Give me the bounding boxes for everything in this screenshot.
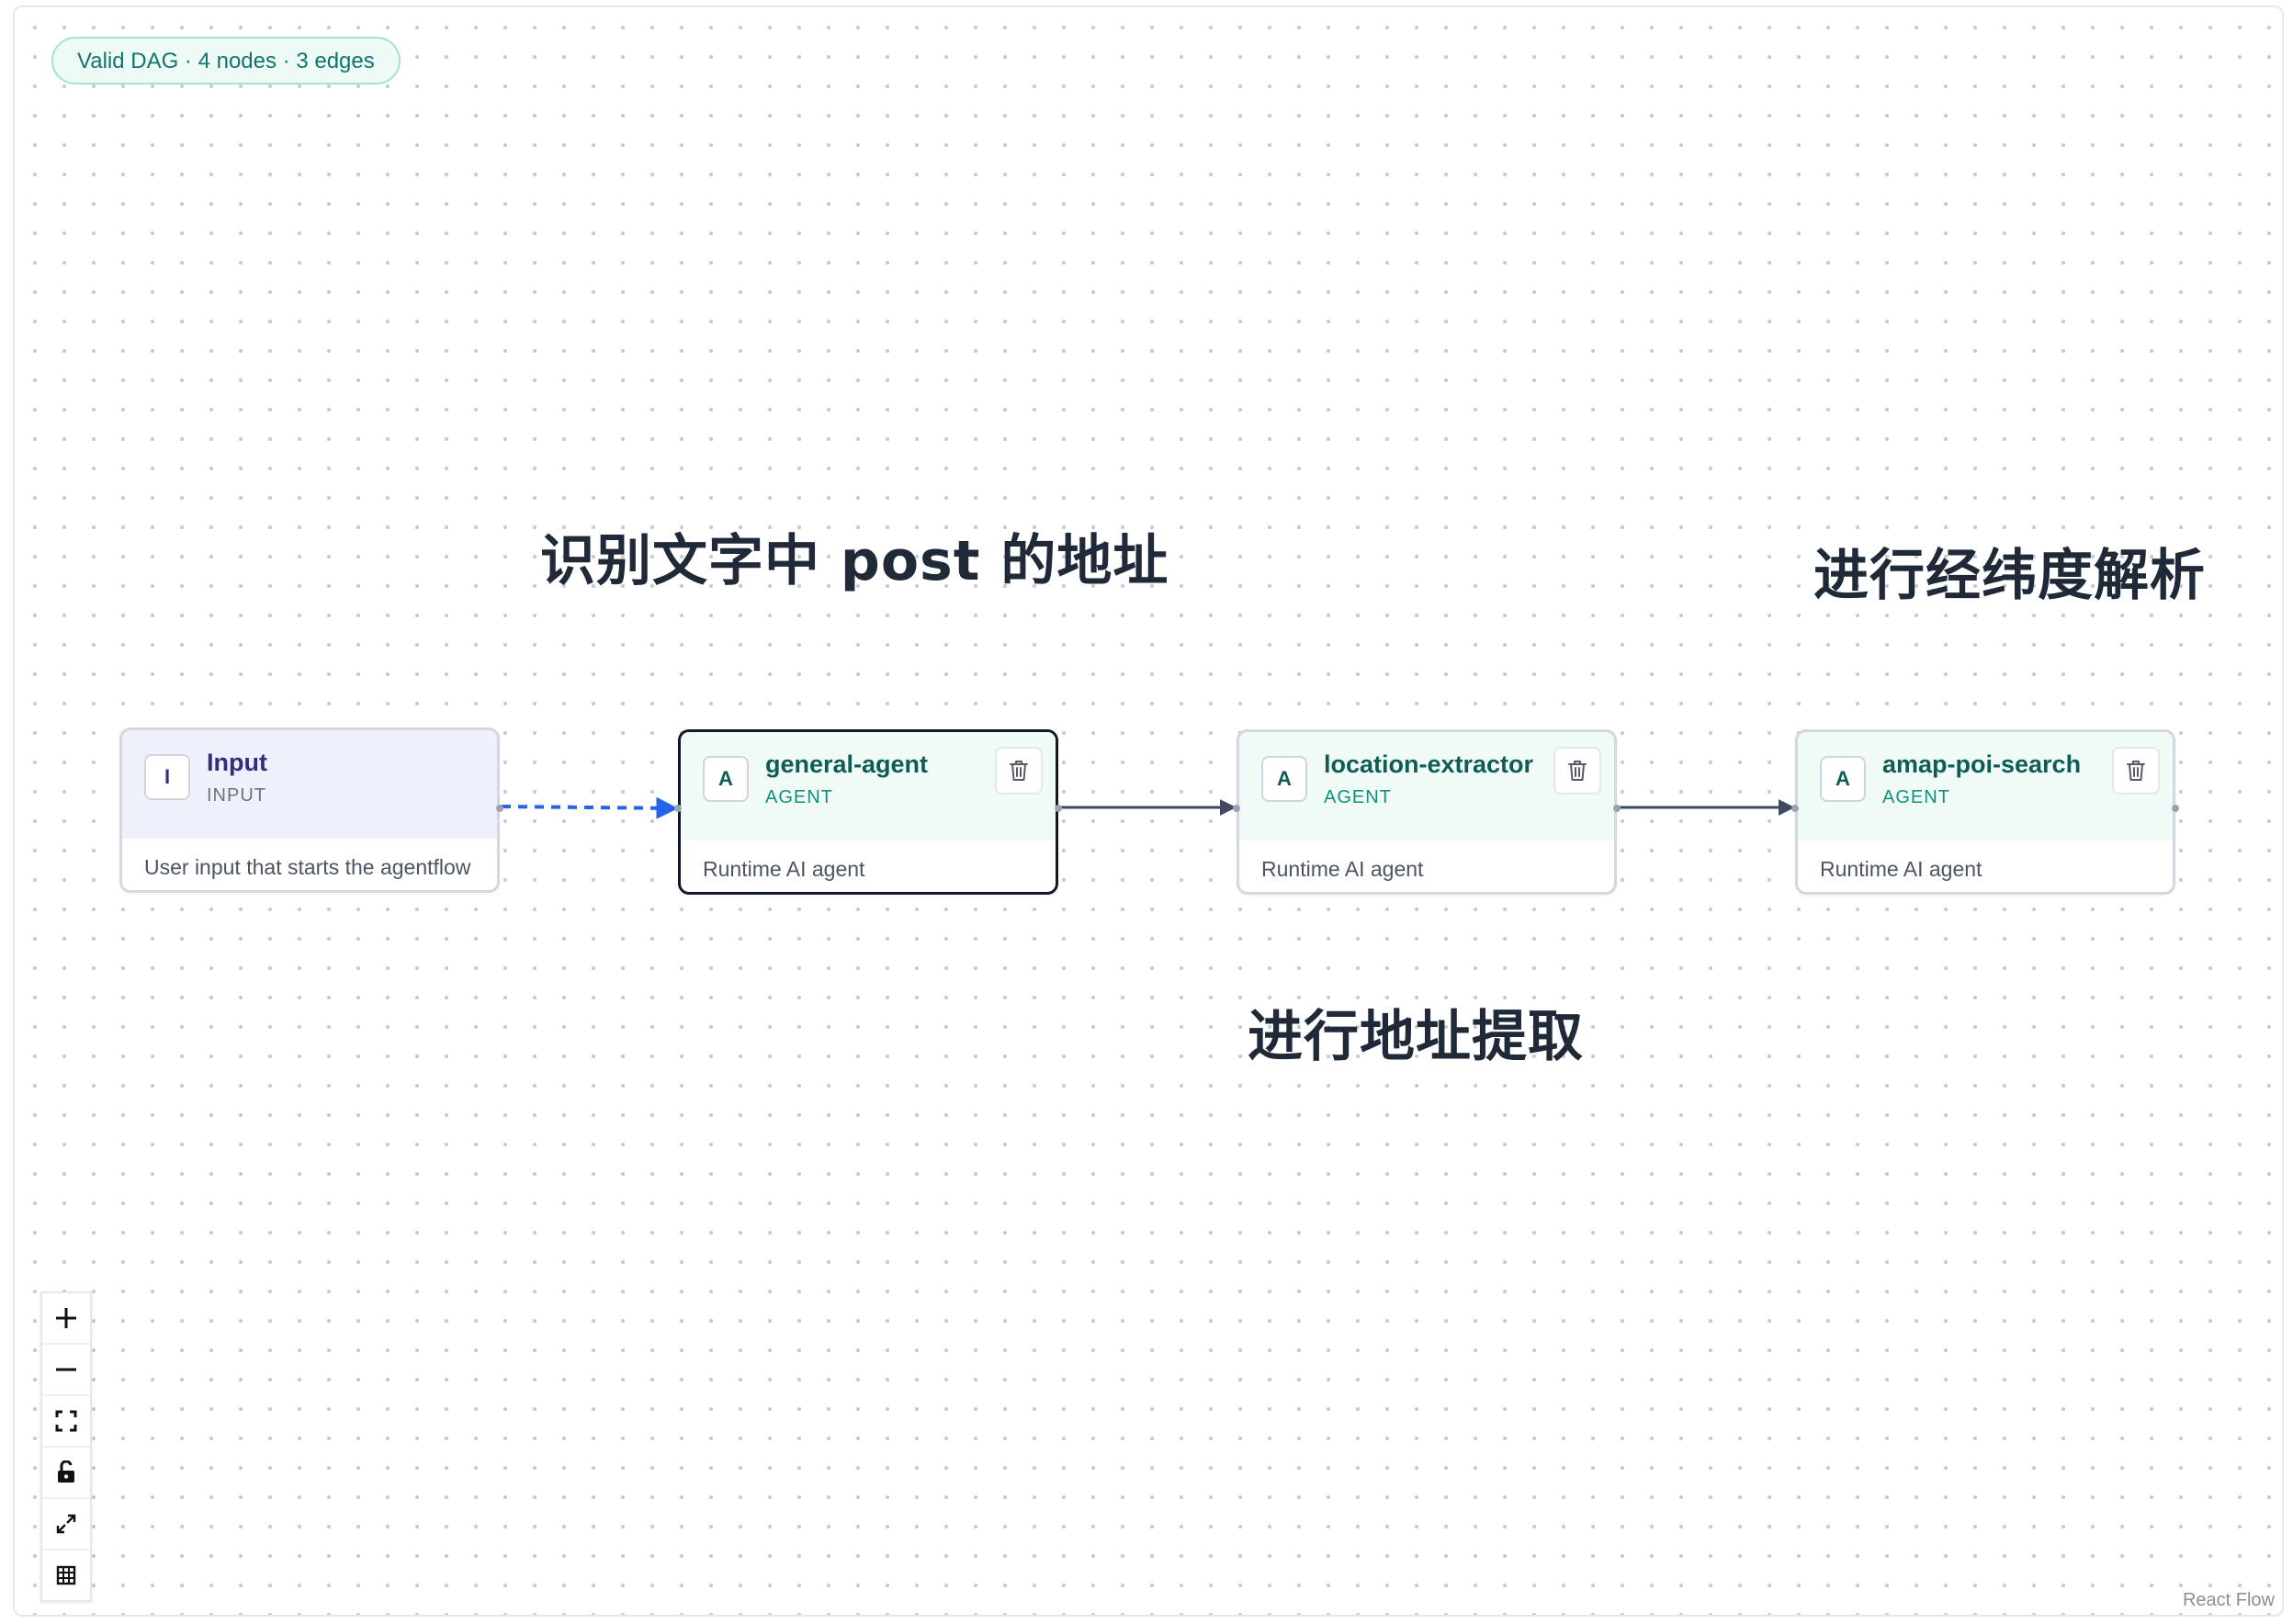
minimap-toggle-button[interactable] xyxy=(42,1551,90,1600)
trash-icon xyxy=(2127,761,2145,781)
minus-icon xyxy=(56,1368,76,1371)
trash-icon xyxy=(1010,761,1028,781)
node-title: general-agent xyxy=(765,750,929,778)
toggle-interactivity-button[interactable] xyxy=(42,1448,90,1499)
node-title: location-extractor xyxy=(1324,750,1534,778)
source-handle[interactable] xyxy=(2172,805,2179,812)
target-handle[interactable] xyxy=(1233,805,1240,812)
react-flow-attribution[interactable]: React Flow xyxy=(2176,1588,2280,1613)
target-handle[interactable] xyxy=(1791,805,1799,812)
delete-node-button[interactable] xyxy=(995,747,1043,795)
annotation-extract-address: 进行地址提取 xyxy=(1248,1005,1584,1069)
node-description: User input that starts the agentflow xyxy=(144,855,471,879)
delete-node-button[interactable] xyxy=(1553,747,1601,795)
annotation-geocode: 进行经纬度解析 xyxy=(1813,544,2206,608)
node-title: Input xyxy=(207,749,267,776)
delete-node-button[interactable] xyxy=(2112,747,2160,795)
zoom-in-button[interactable] xyxy=(42,1293,90,1345)
node-amap-poi-search[interactable]: A amap-poi-search AGENT Runtime AI agent xyxy=(1795,729,2175,895)
node-description: Runtime AI agent xyxy=(1261,857,1424,881)
unlock-icon xyxy=(58,1460,74,1483)
plus-icon xyxy=(56,1308,76,1328)
node-type-label: AGENT xyxy=(1324,787,1392,807)
node-title: amap-poi-search xyxy=(1882,750,2082,778)
node-type-badge: I xyxy=(144,754,190,800)
node-description: Runtime AI agent xyxy=(1820,857,1982,881)
grid-icon xyxy=(56,1565,76,1585)
node-description: Runtime AI agent xyxy=(703,857,865,881)
trash-icon xyxy=(1568,761,1587,781)
fit-view-icon xyxy=(55,1410,77,1432)
zoom-out-button[interactable] xyxy=(42,1345,90,1396)
node-type-label: AGENT xyxy=(765,787,833,807)
node-type-badge: A xyxy=(1261,756,1307,802)
fit-view-button[interactable] xyxy=(42,1396,90,1448)
target-handle[interactable] xyxy=(674,805,682,812)
node-type-label: AGENT xyxy=(1882,787,1950,807)
source-handle[interactable] xyxy=(1613,805,1621,812)
node-input[interactable]: I Input INPUT User input that starts the… xyxy=(119,727,500,893)
node-general-agent[interactable]: A general-agent AGENT Runtime AI agent xyxy=(678,729,1058,895)
node-type-badge: A xyxy=(1820,756,1866,802)
flow-controls xyxy=(40,1291,92,1602)
fullscreen-button[interactable] xyxy=(42,1499,90,1551)
source-handle[interactable] xyxy=(496,805,503,812)
annotation-recognize-address: 识别文字中 post 的地址 xyxy=(540,529,1169,593)
expand-icon xyxy=(56,1514,76,1534)
dag-status-badge: Valid DAG · 4 nodes · 3 edges xyxy=(51,37,401,85)
node-type-label: INPUT xyxy=(207,785,266,806)
node-location-extractor[interactable]: A location-extractor AGENT Runtime AI ag… xyxy=(1237,729,1617,895)
node-type-badge: A xyxy=(703,756,749,802)
source-handle[interactable] xyxy=(1055,805,1062,812)
